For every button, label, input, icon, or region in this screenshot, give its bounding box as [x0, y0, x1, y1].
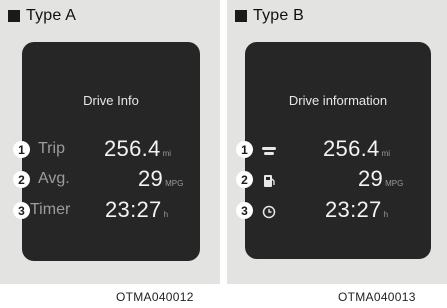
type-a-caption: OTMA040012 — [116, 290, 194, 304]
callout-3-icon: 3 — [13, 202, 30, 219]
fuel-economy-value: 29 MPG — [358, 166, 403, 192]
type-b-caption: OTMA040013 — [338, 290, 416, 304]
trip-unit: mi — [162, 149, 172, 158]
trip-distance-value: 256.4 mi — [323, 136, 390, 162]
fuel-economy-row: 2 29 MPG — [236, 166, 431, 196]
avg-unit: MPG — [165, 179, 184, 188]
timer-row: 3 Timer 23:27 h — [13, 197, 200, 227]
square-bullet-icon — [8, 10, 20, 22]
timer-label: Timer — [30, 201, 71, 218]
fuel-pump-icon — [264, 175, 275, 187]
callout-3-icon: 3 — [236, 202, 253, 219]
type-b-screen-title: Drive information — [288, 93, 388, 108]
avg-label: Avg. — [38, 170, 70, 187]
avg-value-number: 29 — [138, 166, 164, 191]
clock-icon — [262, 205, 276, 219]
avg-row: 2 Avg. 29 MPG — [13, 166, 200, 196]
fuel-economy-number: 29 — [358, 166, 384, 191]
drive-time-unit: h — [383, 210, 389, 219]
type-a-header: Type A — [8, 6, 76, 26]
timer-unit: h — [163, 210, 169, 219]
type-a-panel: Type A Drive Info 1 Trip 256.4 mi 2 Avg. … — [0, 0, 220, 284]
callout-1-icon: 1 — [13, 141, 30, 158]
avg-value: 29 MPG — [138, 166, 183, 192]
trip-label: Trip — [38, 140, 65, 157]
trip-value: 256.4 mi — [104, 136, 171, 162]
drive-time-row: 3 23:27 h — [236, 197, 431, 227]
trip-distance-unit: mi — [381, 149, 391, 158]
drive-time-value: 23:27 h — [325, 197, 388, 223]
trip-distance-number: 256.4 — [323, 136, 380, 161]
type-b-panel: Type B Drive information 1 256.4 mi 2 29 M… — [227, 0, 447, 284]
type-a-screen-title: Drive Info — [83, 93, 139, 108]
type-b-header: Type B — [235, 6, 304, 26]
trip-row: 1 Trip 256.4 mi — [13, 136, 200, 166]
type-a-cluster-screen: Drive Info 1 Trip 256.4 mi 2 Avg. 29 MPG 3… — [13, 42, 200, 261]
timer-value-number: 23:27 — [105, 197, 162, 222]
callout-2-icon: 2 — [13, 171, 30, 188]
fuel-economy-unit: MPG — [385, 179, 404, 188]
car-trip-icon — [262, 147, 276, 155]
trip-value-number: 256.4 — [104, 136, 161, 161]
timer-value: 23:27 h — [105, 197, 168, 223]
square-bullet-icon — [235, 10, 247, 22]
drive-time-number: 23:27 — [325, 197, 382, 222]
type-a-title: Type A — [26, 7, 77, 24]
callout-2-icon: 2 — [236, 171, 253, 188]
trip-distance-row: 1 256.4 mi — [236, 136, 431, 166]
callout-1-icon: 1 — [236, 141, 253, 158]
type-b-cluster-screen: Drive information 1 256.4mi 2 29MPG 3 — [236, 42, 431, 259]
type-b-title: Type B — [253, 7, 305, 24]
